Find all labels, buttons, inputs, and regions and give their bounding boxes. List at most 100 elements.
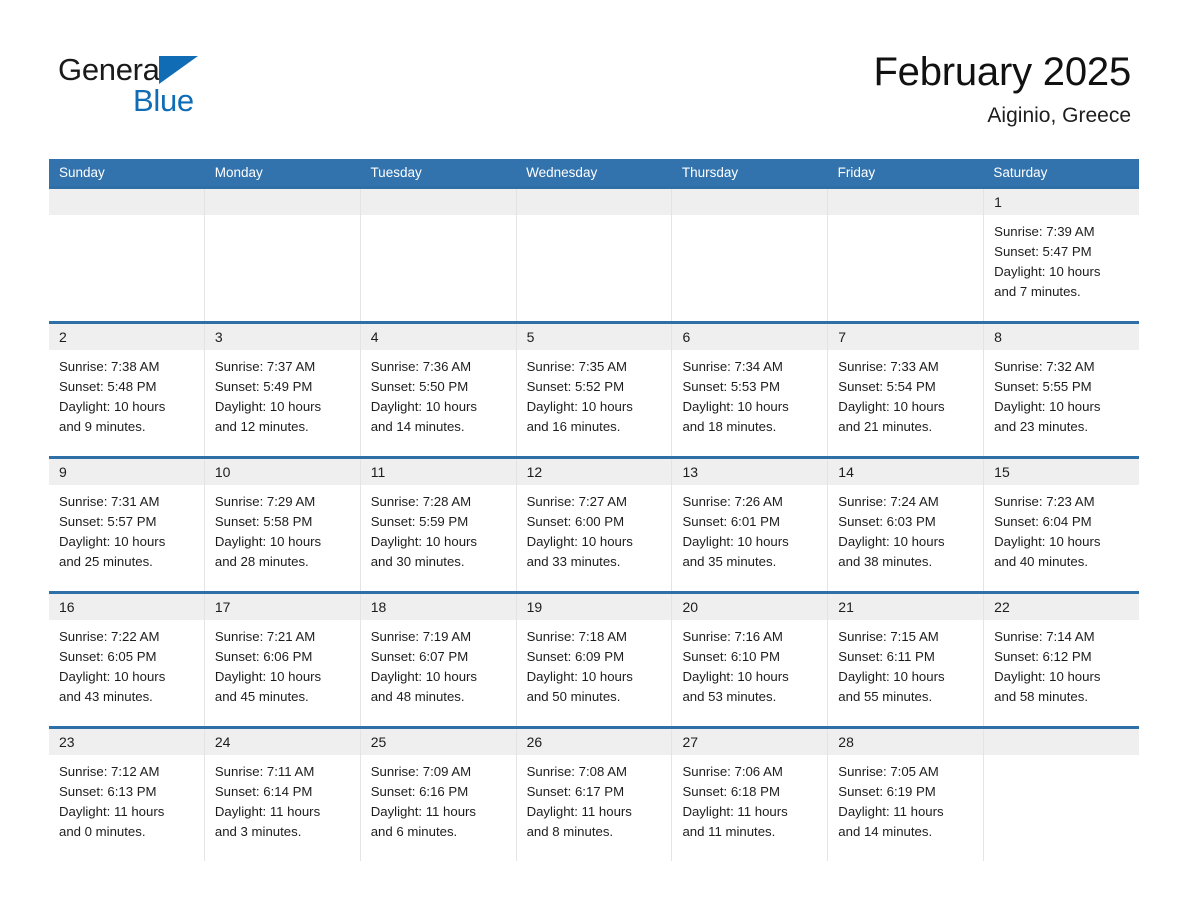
day-details: Sunrise: 7:05 AM Sunset: 6:19 PM Dayligh… [828,755,983,842]
day-cell[interactable]: 6 Sunrise: 7:34 AM Sunset: 5:53 PM Dayli… [672,324,829,456]
day-cell[interactable]: 27 Sunrise: 7:06 AM Sunset: 6:18 PM Dayl… [672,729,829,861]
day-cell[interactable]: 12 Sunrise: 7:27 AM Sunset: 6:00 PM Dayl… [516,459,673,591]
day-cell[interactable]: 18 Sunrise: 7:19 AM Sunset: 6:07 PM Dayl… [360,594,517,726]
day-cell [672,189,829,321]
day-cell[interactable]: 11 Sunrise: 7:28 AM Sunset: 5:59 PM Dayl… [360,459,517,591]
day-details: Sunrise: 7:27 AM Sunset: 6:00 PM Dayligh… [517,485,672,572]
day-number: 15 [984,459,1140,485]
daylight-text-line2: and 38 minutes. [838,554,933,569]
day-number: 27 [672,729,828,755]
weekday-header-monday: Monday [214,165,263,180]
daylight-text-line1: Daylight: 10 hours [370,669,478,684]
daylight-text-line2: and 55 minutes. [838,689,933,704]
day-cell[interactable]: 19 Sunrise: 7:18 AM Sunset: 6:09 PM Dayl… [516,594,673,726]
daylight-text-line1: Daylight: 10 hours [214,669,322,684]
weekday-header-friday: Friday [837,165,876,180]
weekday-header-thursday: Thursday [681,165,739,180]
sunrise-text: Sunrise: 7:35 AM [526,359,628,374]
day-cell[interactable]: 28 Sunrise: 7:05 AM Sunset: 6:19 PM Dayl… [828,729,985,861]
day-cell[interactable]: 15 Sunrise: 7:23 AM Sunset: 6:04 PM Dayl… [984,459,1140,591]
daylight-text-line1: Daylight: 10 hours [994,264,1101,279]
day-number [49,189,204,215]
day-number [984,729,1140,755]
day-number: 6 [672,324,828,350]
day-cell[interactable]: 23 Sunrise: 7:12 AM Sunset: 6:13 PM Dayl… [49,729,205,861]
weekday-header-sunday: Sunday [59,165,105,180]
day-cell[interactable]: 21 Sunrise: 7:15 AM Sunset: 6:11 PM Dayl… [828,594,985,726]
day-details: Sunrise: 7:24 AM Sunset: 6:03 PM Dayligh… [828,485,983,572]
day-number: 28 [828,729,984,755]
day-number: 19 [516,594,672,620]
daylight-text-line1: Daylight: 10 hours [370,534,478,549]
sunrise-text: Sunrise: 7:08 AM [526,764,628,779]
weekday-header-saturday: Saturday [993,165,1048,180]
day-cell[interactable]: 9 Sunrise: 7:31 AM Sunset: 5:57 PM Dayli… [49,459,205,591]
day-cell[interactable]: 16 Sunrise: 7:22 AM Sunset: 6:05 PM Dayl… [49,594,205,726]
logo-text-blue: Blue [133,83,194,118]
weekday-header-tuesday: Tuesday [370,165,422,180]
daylight-text-line2: and 0 minutes. [59,824,146,839]
sunset-text: Sunset: 5:48 PM [59,379,157,394]
sunrise-text: Sunrise: 7:27 AM [526,494,628,509]
sunset-text: Sunset: 5:47 PM [994,244,1092,259]
sunset-text: Sunset: 5:53 PM [682,379,780,394]
daylight-text-line1: Daylight: 11 hours [526,804,632,819]
sunrise-text: Sunrise: 7:29 AM [214,494,316,509]
day-cell[interactable]: 4 Sunrise: 7:36 AM Sunset: 5:50 PM Dayli… [360,324,517,456]
day-cell[interactable]: 22 Sunrise: 7:14 AM Sunset: 6:12 PM Dayl… [984,594,1140,726]
day-details: Sunrise: 7:22 AM Sunset: 6:05 PM Dayligh… [49,620,204,707]
day-cell[interactable]: 10 Sunrise: 7:29 AM Sunset: 5:58 PM Dayl… [204,459,361,591]
day-cell[interactable]: 5 Sunrise: 7:35 AM Sunset: 5:52 PM Dayli… [516,324,673,456]
daylight-text-line2: and 53 minutes. [682,689,777,704]
daylight-text-line2: and 23 minutes. [994,419,1088,434]
daylight-text-line2: and 58 minutes. [994,689,1088,704]
day-cell[interactable]: 25 Sunrise: 7:09 AM Sunset: 6:16 PM Dayl… [360,729,517,861]
daylight-text-line1: Daylight: 10 hours [838,399,945,414]
daylight-text-line2: and 3 minutes. [214,824,302,839]
day-number: 25 [360,729,516,755]
sunset-text: Sunset: 6:14 PM [214,784,313,799]
day-cell[interactable]: 1 Sunrise: 7:39 AM Sunset: 5:47 PM Dayli… [984,189,1140,321]
day-cell[interactable]: 2 Sunrise: 7:38 AM Sunset: 5:48 PM Dayli… [49,324,205,456]
sunrise-text: Sunrise: 7:26 AM [682,494,783,509]
daylight-text-line2: and 50 minutes. [526,689,621,704]
daylight-text-line1: Daylight: 10 hours [526,669,633,684]
day-cell[interactable]: 26 Sunrise: 7:08 AM Sunset: 6:17 PM Dayl… [516,729,673,861]
day-details: Sunrise: 7:26 AM Sunset: 6:01 PM Dayligh… [672,485,827,572]
sunset-text: Sunset: 6:00 PM [526,514,625,529]
page-subtitle: Aiginio, Greece [987,104,1131,127]
day-cell[interactable]: 7 Sunrise: 7:33 AM Sunset: 5:54 PM Dayli… [828,324,985,456]
day-cell [204,189,361,321]
sunrise-text: Sunrise: 7:38 AM [59,359,160,374]
day-details: Sunrise: 7:34 AM Sunset: 5:53 PM Dayligh… [672,350,827,437]
day-cell[interactable]: 13 Sunrise: 7:26 AM Sunset: 6:01 PM Dayl… [672,459,829,591]
daylight-text-line2: and 18 minutes. [682,419,777,434]
day-details [672,215,827,222]
day-cell[interactable]: 3 Sunrise: 7:37 AM Sunset: 5:49 PM Dayli… [204,324,361,456]
sunset-text: Sunset: 6:05 PM [59,649,157,664]
sunset-text: Sunset: 6:07 PM [370,649,469,664]
day-number: 14 [828,459,984,485]
day-number: 22 [984,594,1140,620]
day-cell[interactable]: 17 Sunrise: 7:21 AM Sunset: 6:06 PM Dayl… [204,594,361,726]
day-cell[interactable]: 14 Sunrise: 7:24 AM Sunset: 6:03 PM Dayl… [828,459,985,591]
day-cell[interactable]: 20 Sunrise: 7:16 AM Sunset: 6:10 PM Dayl… [672,594,829,726]
sunset-text: Sunset: 5:59 PM [370,514,469,529]
general-blue-logo[interactable]: General Blue [58,52,288,122]
day-details [361,215,516,222]
day-cell[interactable]: 8 Sunrise: 7:32 AM Sunset: 5:55 PM Dayli… [984,324,1140,456]
daylight-text-line2: and 7 minutes. [994,284,1081,299]
daylight-text-line2: and 45 minutes. [214,689,309,704]
daylight-text-line1: Daylight: 11 hours [59,804,165,819]
sunrise-text: Sunrise: 7:12 AM [59,764,160,779]
day-number [828,189,984,215]
daylight-text-line2: and 6 minutes. [370,824,458,839]
day-number: 13 [672,459,828,485]
day-cell[interactable]: 24 Sunrise: 7:11 AM Sunset: 6:14 PM Dayl… [204,729,361,861]
sunrise-text: Sunrise: 7:39 AM [994,224,1095,239]
sunset-text: Sunset: 6:17 PM [526,784,625,799]
sunset-text: Sunset: 6:09 PM [526,649,625,664]
week-row: 9 Sunrise: 7:31 AM Sunset: 5:57 PM Dayli… [49,456,1140,591]
sunrise-text: Sunrise: 7:31 AM [59,494,160,509]
day-details: Sunrise: 7:31 AM Sunset: 5:57 PM Dayligh… [49,485,204,572]
